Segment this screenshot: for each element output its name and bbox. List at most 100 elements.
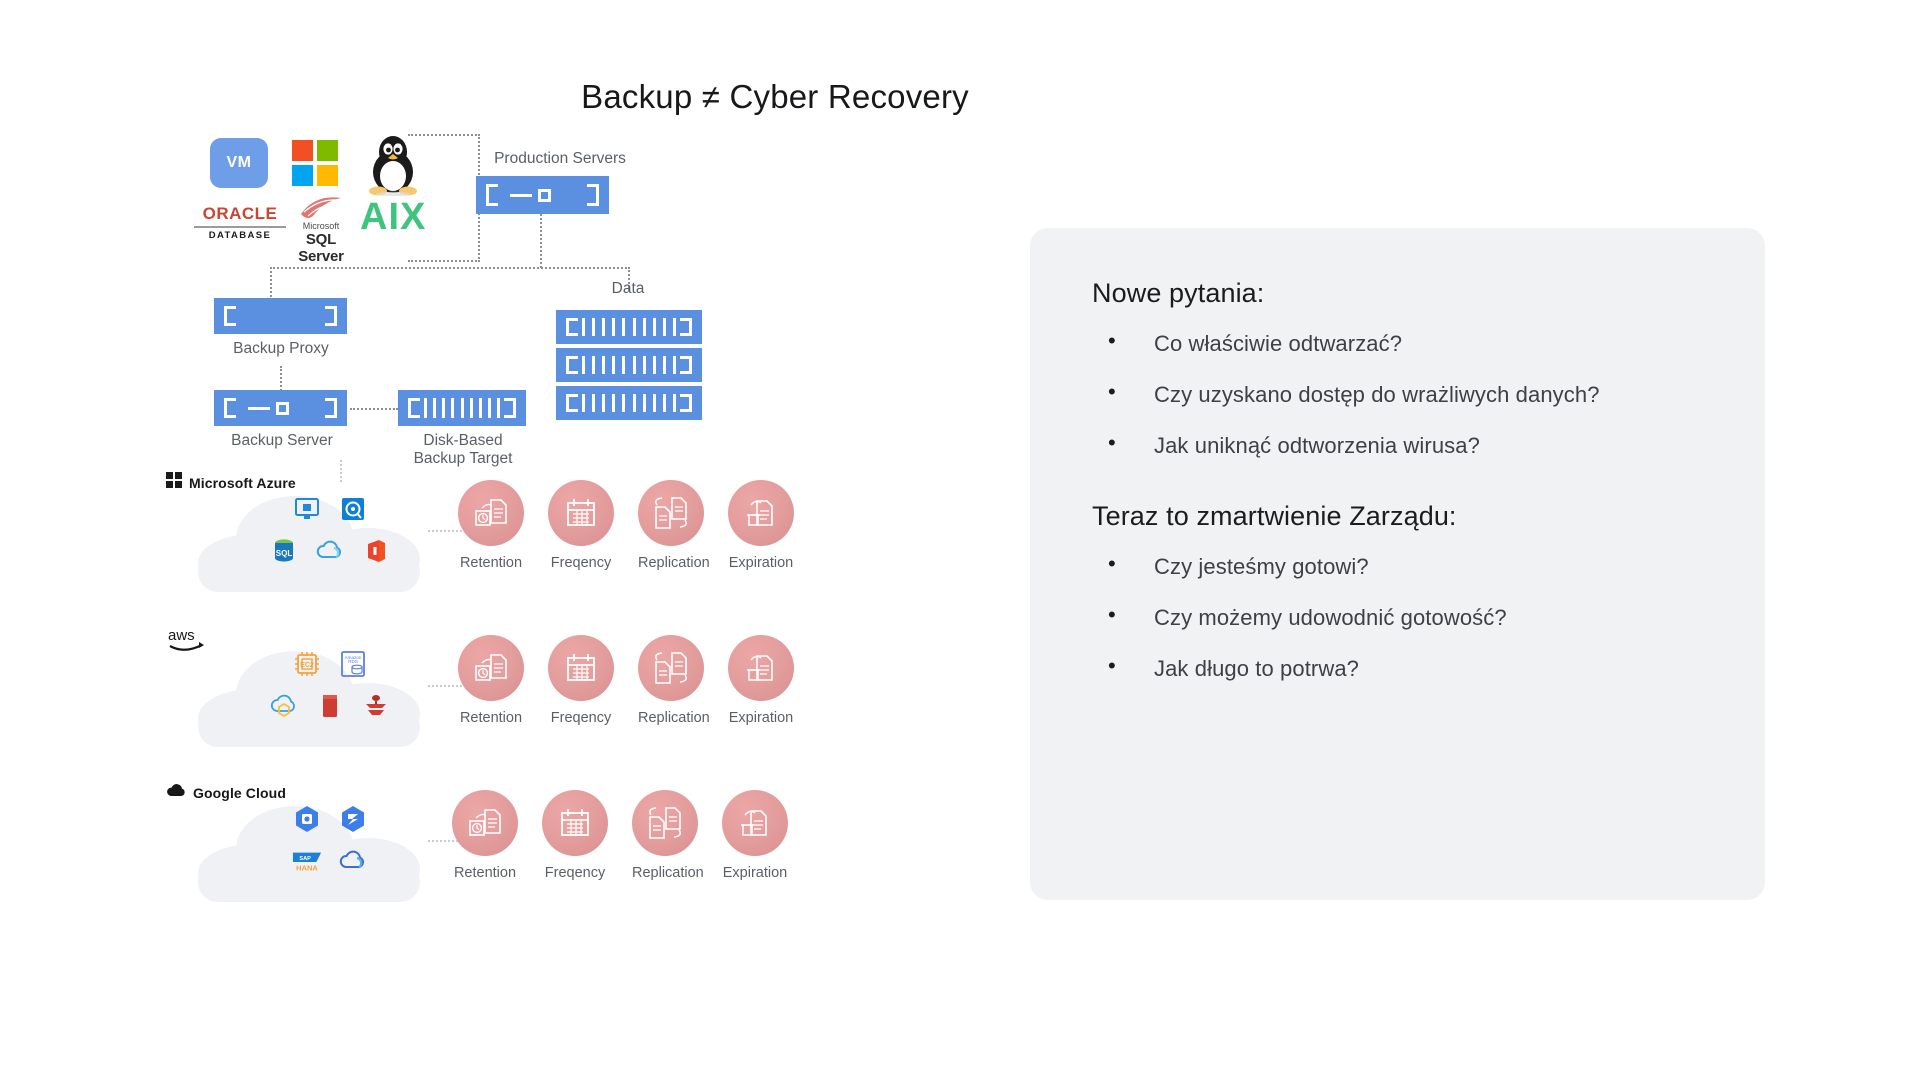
svg-text:RDS: RDS: [348, 659, 358, 664]
oracle-wordmark: ORACLE: [202, 204, 278, 223]
policy-label: Replication: [638, 555, 710, 571]
policy-replication-google[interactable]: Replication: [632, 790, 704, 881]
policy-freqency-aws[interactable]: Freqency: [548, 635, 614, 726]
production-servers-label: Production Servers: [494, 150, 626, 167]
policy-label: Freqency: [544, 865, 606, 881]
list-item: Czy możemy udowodnić gotowość?: [1092, 602, 1707, 631]
connector-bus-horizontal: [270, 267, 630, 269]
expiration-trash-document-icon: [728, 480, 794, 546]
policy-retention-google[interactable]: Retention: [452, 790, 518, 881]
panel-heading-new-questions: Nowe pytania:: [1092, 278, 1265, 308]
oracle-sub-wordmark: DATABASE: [208, 230, 272, 241]
list-item: Jak uniknąć odtworzenia wirusa?: [1092, 430, 1707, 459]
policy-freqency-azure[interactable]: Freqency: [548, 480, 614, 571]
azure-managed-disk-icon: [338, 494, 368, 524]
policy-label: Expiration: [728, 710, 794, 726]
svg-text:HANA: HANA: [296, 863, 318, 872]
calendar-icon: [548, 480, 614, 546]
list-item: Jak długo to potrwa?: [1092, 653, 1707, 682]
policy-label: Retention: [459, 710, 523, 726]
policy-label: Freqency: [550, 710, 612, 726]
retention-clock-document-icon: [458, 635, 524, 701]
svg-text:EC2: EC2: [300, 662, 314, 669]
questions-panel: Nowe pytania: Co właściwie odtwarzać? Cz…: [1030, 228, 1765, 900]
policy-label: Replication: [638, 710, 710, 726]
policy-replication-aws[interactable]: Replication: [638, 635, 710, 726]
production-servers-node[interactable]: [476, 176, 609, 214]
gcp-storage-icon: [338, 804, 368, 834]
page-title-text: Backup ≠ Cyber Recovery: [581, 78, 969, 115]
microsoft-office-365-icon: [361, 536, 391, 566]
aws-cloud-icon: [269, 691, 299, 721]
calendar-icon: [542, 790, 608, 856]
expiration-trash-document-icon: [728, 635, 794, 701]
policy-label: Retention: [459, 555, 523, 571]
backup-architecture-diagram: VM ORACLE DATABASE Microsoft SQL Server …: [166, 130, 940, 1010]
retention-clock-document-icon: [452, 790, 518, 856]
connector-logos-bottom: [408, 260, 480, 262]
azure-virtual-machine-icon: [292, 494, 322, 524]
data-label: Data: [611, 280, 645, 297]
policy-row-google: Retention Freqency Replication Expiratio…: [452, 790, 788, 881]
replication-documents-icon: [638, 480, 704, 546]
policy-expiration-azure[interactable]: Expiration: [728, 480, 794, 571]
google-cloud-mark-icon: [166, 782, 186, 803]
policy-row-aws: Retention Freqency Replication Expiratio…: [458, 635, 794, 726]
policy-retention-azure[interactable]: Retention: [458, 480, 524, 571]
list-item: Czy jesteśmy gotowi?: [1092, 551, 1707, 580]
azure-service-icons: SQL: [250, 494, 410, 566]
connector-production-down: [540, 214, 542, 268]
vmware-icon: VM: [210, 138, 268, 188]
connector-logos-top: [408, 134, 480, 136]
backup-server-node[interactable]: [214, 390, 347, 426]
aws-service-icons: EC2 Amazon RDS: [250, 649, 410, 721]
list-item: Co właściwie odtwarzać?: [1092, 328, 1707, 357]
azure-cloud-icon: [315, 536, 345, 566]
azure-sql-database-icon: SQL: [269, 536, 299, 566]
backup-server-label: Backup Server: [231, 432, 333, 449]
connector-server-to-target: [350, 408, 398, 410]
policy-freqency-google[interactable]: Freqency: [542, 790, 608, 881]
gcp-compute-engine-icon: [292, 804, 322, 834]
policy-label: Retention: [453, 865, 517, 881]
policy-label: Freqency: [550, 555, 612, 571]
slide-canvas: Backup ≠ Cyber Recovery VM ORACLE DATABA…: [0, 0, 1920, 1080]
svg-text:aws: aws: [168, 627, 195, 644]
target-label-line1: Disk-Based: [423, 432, 503, 449]
microsoft-sql-server-icon: Microsoft SQL Server: [282, 192, 360, 265]
policy-retention-aws[interactable]: Retention: [458, 635, 524, 726]
amazon-dynamodb-icon: [361, 691, 391, 721]
ibm-aix-icon: AIX: [360, 196, 427, 238]
sql-server-wordmark: SQL Server: [298, 231, 344, 265]
board-concern-list: Czy jesteśmy gotowi? Czy możemy udowodni…: [1092, 551, 1707, 682]
microsoft-azure-logo: Microsoft Azure: [166, 472, 296, 493]
replication-documents-icon: [632, 790, 698, 856]
data-block-3[interactable]: [556, 386, 702, 420]
amazon-rds-icon: Amazon RDS: [338, 649, 368, 679]
microsoft-windows-icon: [292, 140, 338, 186]
connector-to-backup-proxy: [270, 267, 272, 301]
disk-based-backup-target-label: Disk-Based Backup Target: [390, 432, 536, 469]
disk-based-backup-target-node[interactable]: [398, 390, 526, 426]
policy-replication-azure[interactable]: Replication: [638, 480, 710, 571]
data-block-2[interactable]: [556, 348, 702, 382]
amazon-redshift-icon: [315, 691, 345, 721]
policy-label: Expiration: [722, 865, 788, 881]
azure-vendor-name: Microsoft Azure: [189, 474, 296, 491]
policy-label: Expiration: [728, 555, 794, 571]
retention-clock-document-icon: [458, 480, 524, 546]
replication-documents-icon: [638, 635, 704, 701]
policy-row-azure: Retention Freqency Replication Expiratio…: [458, 480, 794, 571]
page-title: Backup ≠ Cyber Recovery: [0, 78, 1920, 116]
sap-hana-icon: SAP HANA: [292, 846, 322, 876]
policy-expiration-aws[interactable]: Expiration: [728, 635, 794, 726]
data-block-1[interactable]: [556, 310, 702, 344]
policy-expiration-google[interactable]: Expiration: [722, 790, 788, 881]
gcp-cloud-icon: [338, 846, 368, 876]
target-label-line2: Backup Target: [413, 450, 513, 468]
list-item: Czy uzyskano dostęp do wrażliwych danych…: [1092, 379, 1707, 408]
panel-heading-board-concern: Teraz to zmartwienie Zarządu:: [1092, 501, 1457, 531]
backup-proxy-node[interactable]: [214, 298, 347, 334]
new-questions-list: Co właściwie odtwarzać? Czy uzyskano dos…: [1092, 328, 1707, 459]
linux-tux-icon: [362, 130, 424, 201]
